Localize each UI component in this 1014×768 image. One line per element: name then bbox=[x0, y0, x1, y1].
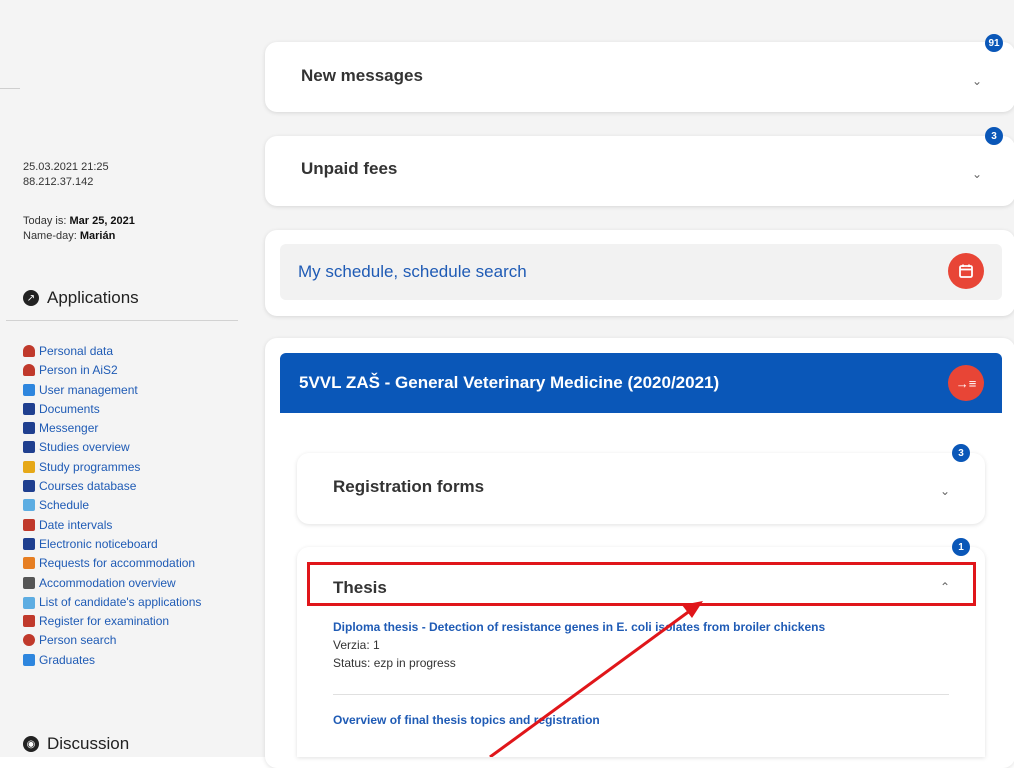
arrow-line bbox=[489, 608, 692, 757]
annotation-arrow bbox=[489, 601, 703, 757]
